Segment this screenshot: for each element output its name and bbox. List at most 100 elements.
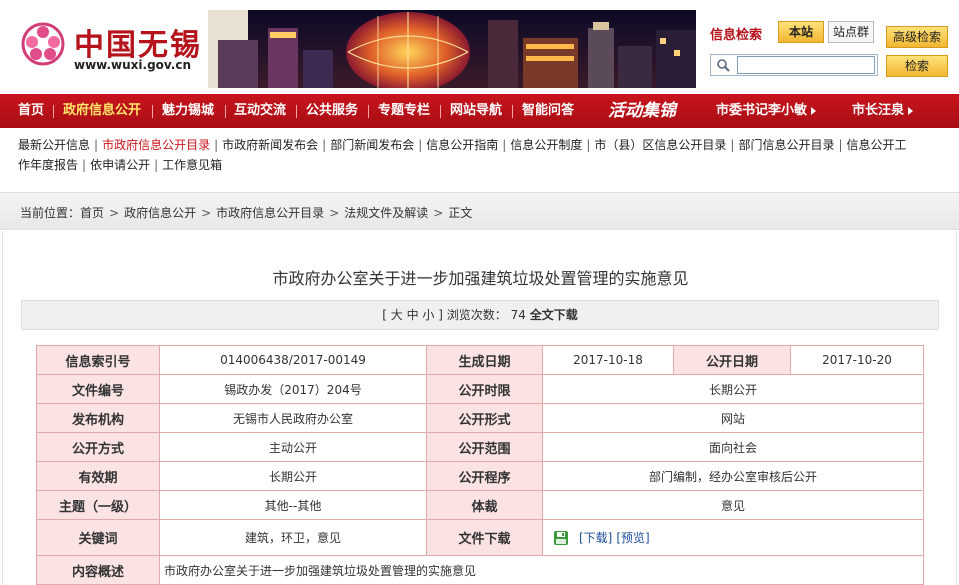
subnav-separator: |	[730, 138, 735, 152]
value-publish-scope: 面向社会	[542, 432, 924, 462]
nav-item-public-service[interactable]: 公共服务	[306, 94, 358, 128]
subnav-separator: |	[214, 138, 219, 152]
subnav-item-guide[interactable]: 信息公开指南	[426, 138, 498, 152]
nav-item-qa[interactable]: 智能问答	[522, 94, 574, 128]
nav-item-activities[interactable]: 活动集锦	[608, 94, 676, 128]
label-publisher: 发布机构	[36, 403, 160, 433]
table-row: 发布机构 无锡市人民政府办公室 公开形式 网站	[36, 403, 924, 433]
nav-divider	[440, 105, 441, 118]
chevron-right-icon: >	[109, 206, 120, 220]
subnav-item-feedback[interactable]: 工作意见箱	[162, 158, 222, 172]
value-keywords: 建筑，环卫，意见	[159, 519, 427, 556]
label-publish-term: 公开时限	[426, 374, 543, 404]
subnav-item-district-catalog[interactable]: 市（县）区信息公开目录	[594, 138, 726, 152]
label-topic: 主题（一级）	[36, 490, 160, 520]
search-panel: 信息检索 本站 站点群 高级检索 检索	[700, 18, 959, 80]
label-validity: 有效期	[36, 461, 160, 491]
breadcrumb-item-regulations[interactable]: 法规文件及解读	[344, 206, 428, 220]
download-link[interactable]: [下载]	[579, 531, 612, 545]
logo-url-text: www.wuxi.gov.cn	[74, 58, 191, 72]
label-file-download: 文件下载	[426, 519, 543, 556]
nav-item-interact[interactable]: 互动交流	[234, 94, 286, 128]
subnav-separator: |	[586, 138, 591, 152]
value-file-number: 锡政办发（2017）204号	[159, 374, 427, 404]
sub-nav: 最新公开信息 | 市政府信息公开目录 | 市政府新闻发布会 | 部门新闻发布会 | 信息公开指南…	[0, 134, 959, 178]
chevron-right-icon: >	[433, 206, 444, 220]
search-input[interactable]	[737, 56, 875, 74]
breadcrumb-item-catalog[interactable]: 市政府信息公开目录	[216, 206, 324, 220]
nav-item-secretary[interactable]: 市委书记李小敏	[716, 94, 817, 128]
nav-divider	[368, 105, 369, 118]
value-summary: 市政府办公室关于进一步加强建筑垃圾处置管理的实施意见	[159, 555, 924, 585]
value-topic: 其他--其他	[159, 490, 427, 520]
subnav-separator: |	[82, 158, 87, 172]
nav-item-topics[interactable]: 专题专栏	[378, 94, 430, 128]
breadcrumb-text: 当前位置：首页 > 政府信息公开 > 市政府信息公开目录 > 法规文件及解读 > 正文	[20, 204, 472, 221]
value-genre: 意见	[542, 490, 924, 520]
subnav-separator: |	[154, 158, 159, 172]
subnav-item-dept-catalog[interactable]: 部门信息公开目录	[738, 138, 834, 152]
nav-item-gov-info[interactable]: 政府信息公开	[63, 94, 141, 128]
search-scope-group-button[interactable]: 站点群	[828, 21, 874, 43]
breadcrumb-item-home[interactable]: 首页	[80, 206, 104, 220]
subnav-item-catalog[interactable]: 市政府信息公开目录	[102, 138, 210, 152]
search-button[interactable]: 检索	[886, 55, 948, 77]
nav-divider	[53, 105, 54, 118]
nav-item-charm[interactable]: 魅力锡城	[162, 94, 214, 128]
value-publish-term: 长期公开	[542, 374, 924, 404]
advanced-search-button[interactable]: 高级检索	[886, 26, 948, 48]
subnav-item-latest[interactable]: 最新公开信息	[18, 138, 90, 152]
table-row: 有效期 长期公开 公开程序 部门编制，经办公室审核后公开	[36, 461, 924, 491]
label-genre: 体裁	[426, 490, 543, 520]
value-publish-procedure: 部门编制，经办公室审核后公开	[542, 461, 924, 491]
subnav-item-apply[interactable]: 依申请公开	[90, 158, 150, 172]
sub-nav-line-2: 作年度报告 | 依申请公开 | 工作意见箱	[18, 156, 222, 173]
label-publish-form: 公开形式	[426, 403, 543, 433]
nav-item-home[interactable]: 首页	[18, 94, 44, 128]
table-row: 主题（一级） 其他--其他 体裁 意见	[36, 490, 924, 520]
subnav-separator: |	[502, 138, 507, 152]
subnav-separator: |	[838, 138, 843, 152]
table-row: 信息索引号 014006438/2017-00149 生成日期 2017-10-…	[36, 345, 924, 375]
value-publisher: 无锡市人民政府办公室	[159, 403, 427, 433]
chevron-right-icon: >	[201, 206, 212, 220]
label-keywords: 关键词	[36, 519, 160, 556]
subnav-item-system[interactable]: 信息公开制度	[510, 138, 582, 152]
search-box	[710, 54, 878, 76]
chevron-right-icon: >	[329, 206, 340, 220]
search-title: 信息检索	[710, 28, 763, 43]
font-size-switcher[interactable]: [ 大 中 小 ]	[382, 308, 443, 322]
views-label: 浏览次数：	[446, 308, 507, 322]
document-info-table: 信息索引号 014006438/2017-00149 生成日期 2017-10-…	[36, 345, 924, 585]
subnav-separator: |	[418, 138, 423, 152]
document-tools-bar: [ 大 中 小 ] 浏览次数： 74 全文下载	[21, 300, 939, 330]
label-file-number: 文件编号	[36, 374, 160, 404]
table-row: 内容概述 市政府办公室关于进一步加强建筑垃圾处置管理的实施意见	[36, 555, 924, 585]
value-validity: 长期公开	[159, 461, 427, 491]
label-summary: 内容概述	[36, 555, 160, 585]
label-publish-date: 公开日期	[673, 345, 791, 375]
nav-item-site-nav[interactable]: 网站导航	[450, 94, 502, 128]
subnav-item-press-conf[interactable]: 市政府新闻发布会	[222, 138, 318, 152]
site-logo[interactable]: 中国无锡 www.wuxi.gov.cn	[18, 18, 203, 76]
subnav-item-annual-report[interactable]: 信息公开工	[847, 138, 907, 152]
sub-nav-line-1: 最新公开信息 | 市政府信息公开目录 | 市政府新闻发布会 | 部门新闻发布会 | 信息公开指南…	[18, 136, 907, 153]
views-count: 74	[510, 308, 526, 322]
search-icon	[717, 59, 730, 72]
nav-mayor-label: 市长汪泉	[852, 103, 905, 118]
save-disk-icon[interactable]	[553, 530, 569, 546]
nav-item-mayor[interactable]: 市长汪泉	[852, 94, 914, 128]
download-full-text-button[interactable]: 全文下载	[530, 308, 578, 322]
subnav-separator: |	[94, 138, 99, 152]
preview-link[interactable]: [预览]	[616, 531, 649, 545]
label-index-number: 信息索引号	[36, 345, 160, 375]
search-scope-site-button[interactable]: 本站	[778, 21, 824, 43]
value-publish-form: 网站	[542, 403, 924, 433]
breadcrumb-prefix: 当前位置：	[20, 206, 81, 220]
subnav-item-dept-press[interactable]: 部门新闻发布会	[330, 138, 414, 152]
subnav-item-annual-report-cont[interactable]: 作年度报告	[18, 158, 78, 172]
arrow-right-icon	[908, 106, 914, 115]
value-publish-method: 主动公开	[159, 432, 427, 462]
label-publish-scope: 公开范围	[426, 432, 543, 462]
breadcrumb-item-gov-info[interactable]: 政府信息公开	[124, 206, 196, 220]
